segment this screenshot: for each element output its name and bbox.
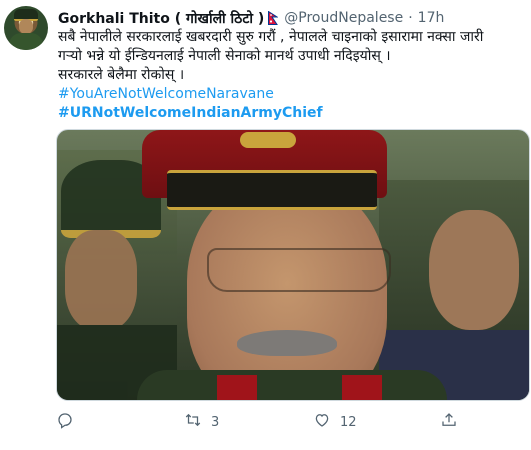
heart-icon — [313, 411, 331, 433]
like-button[interactable]: 12 — [313, 411, 357, 433]
collar-tab — [342, 375, 382, 400]
mustache — [237, 330, 337, 356]
tweet-header: Gorkhali Thito ( गोर्खाली ठिटो ) @ProudN… — [58, 8, 444, 28]
retweet-button[interactable]: 3 — [184, 411, 219, 433]
retweet-count: 3 — [211, 414, 220, 430]
avatar-face — [19, 19, 33, 34]
avatar[interactable] — [4, 6, 48, 50]
share-button[interactable] — [440, 411, 458, 433]
nepal-flag-icon — [268, 10, 279, 25]
tweet-media-image[interactable] — [56, 129, 530, 401]
display-name[interactable]: Gorkhali Thito ( गोर्खाली ठिटो ) — [58, 9, 264, 28]
tweet-text-line: सरकारले बेलैमा रोकोस् । — [58, 67, 185, 83]
cap-band — [167, 170, 377, 210]
share-icon — [440, 411, 458, 433]
user-handle[interactable]: @ProudNepalese — [284, 10, 403, 26]
avatar-coat — [9, 33, 43, 50]
background-officer-face — [65, 230, 137, 330]
reply-button[interactable] — [56, 411, 83, 433]
reply-icon — [56, 411, 74, 433]
uniform — [137, 370, 447, 400]
separator-dot: · — [408, 10, 413, 26]
hashtag-link[interactable]: #URNotWelcomeIndianArmyChief — [58, 104, 520, 123]
glasses — [207, 248, 391, 292]
like-count: 12 — [340, 414, 357, 430]
background-man-face — [429, 210, 519, 330]
hashtag-link[interactable]: #YouAreNotWelcomeNaravane — [58, 85, 520, 104]
retweet-icon — [184, 411, 202, 433]
cap-badge — [240, 132, 296, 148]
tweet-text: सबै नेपालीले सरकारलाई खबरदारी सुरु गरौं … — [58, 28, 520, 123]
tweet-text-line: सबै नेपालीले सरकारलाई खबरदारी सुरु गरौं … — [58, 29, 484, 45]
tweet-timestamp[interactable]: 17h — [418, 10, 445, 26]
background-man — [379, 180, 529, 400]
tweet-actions: 3 12 — [56, 412, 486, 432]
tweet-text-line: गऱ्यो भन्ने यो ईन्डियनलाई नेपाली सेनाको … — [58, 48, 391, 64]
collar-tab — [217, 375, 257, 400]
